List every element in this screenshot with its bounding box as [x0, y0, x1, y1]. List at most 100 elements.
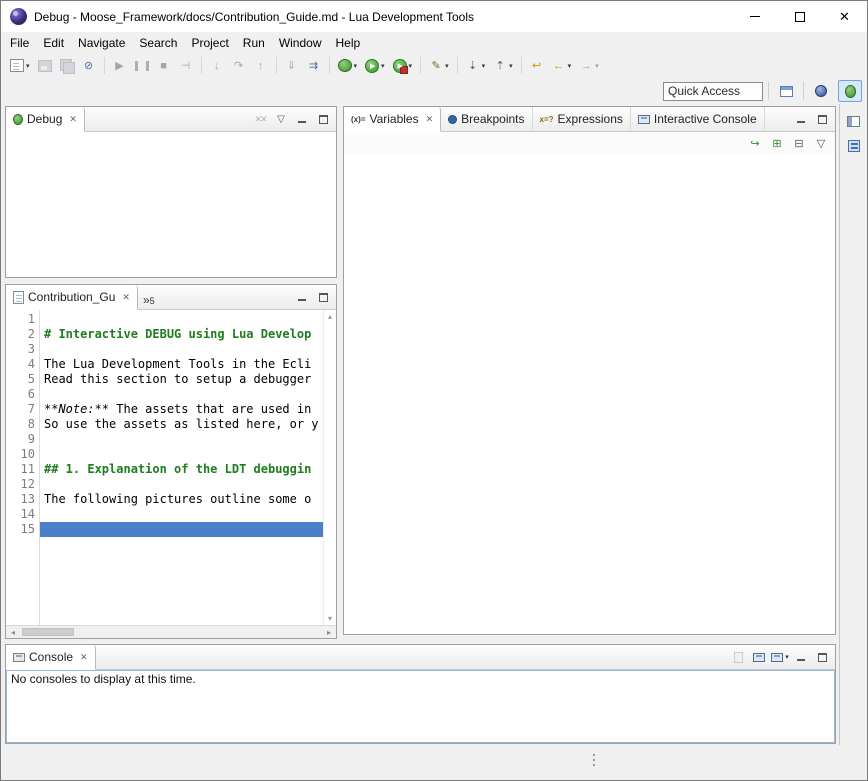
skip-all-breakpoints-button[interactable]: ⊘	[79, 56, 99, 75]
tab-breakpoints[interactable]: Breakpoints	[441, 107, 532, 131]
show-logical-structures-icon: ↪	[750, 137, 759, 150]
menu-search[interactable]: Search	[132, 34, 184, 52]
menu-file[interactable]: File	[3, 34, 36, 52]
debug-view-content[interactable]	[6, 132, 336, 277]
maximize-window-button[interactable]	[777, 1, 822, 32]
menu-window[interactable]: Window	[272, 34, 329, 52]
new-button[interactable]: ▾	[7, 57, 33, 74]
maximize-view-button[interactable]	[314, 110, 332, 128]
dropdown-arrow-icon[interactable]: ▾	[381, 62, 385, 70]
debug-perspective-button[interactable]	[838, 80, 862, 102]
line-number[interactable]: 8	[6, 417, 35, 432]
open-console-icon	[771, 653, 783, 662]
collapse-all-button[interactable]: ⊟	[790, 134, 808, 152]
minimize-view-button[interactable]	[792, 648, 810, 666]
scroll-up-icon[interactable]: ▴	[328, 312, 332, 321]
close-window-button[interactable]: ✕	[822, 1, 867, 32]
line-number[interactable]: 12	[6, 477, 35, 492]
tab-debug[interactable]: Debug ✕	[6, 107, 85, 132]
show-type-names-button[interactable]: ⊞	[768, 134, 786, 152]
quick-access-input[interactable]: Quick Access	[663, 82, 763, 101]
menu-help[interactable]: Help	[329, 34, 368, 52]
left-column: Debug ✕ ✕ ✕ ▽	[5, 106, 337, 639]
dropdown-arrow-icon[interactable]: ▾	[354, 62, 358, 70]
last-edit-location-button[interactable]: ↩	[527, 56, 547, 75]
view-menu-button[interactable]: ▽	[272, 110, 290, 128]
line-number[interactable]: 15	[6, 522, 35, 537]
dropdown-arrow-icon[interactable]: ▾	[785, 653, 789, 661]
text-editor[interactable]: # Interactive DEBUG using Lua DevelopThe…	[40, 310, 323, 625]
tab-contribution-guide[interactable]: Contribution_Gu ✕	[6, 285, 138, 310]
status-trim-grip[interactable]	[593, 754, 595, 756]
display-selected-console-button[interactable]	[750, 648, 768, 666]
dropdown-arrow-icon[interactable]: ▾	[445, 62, 449, 70]
open-perspective-button[interactable]	[774, 80, 798, 102]
minimized-view-button-2[interactable]	[843, 136, 865, 156]
show-logical-structures-button[interactable]: ↪	[746, 134, 764, 152]
view-menu-button[interactable]: ▽	[812, 134, 830, 152]
line-number[interactable]: 7	[6, 402, 35, 417]
menu-run[interactable]: Run	[236, 34, 272, 52]
line-number[interactable]: 6	[6, 387, 35, 402]
scrollbar-thumb[interactable]	[22, 628, 74, 636]
horizontal-scrollbar[interactable]: ◂ ▸	[6, 625, 336, 638]
maximize-view-button[interactable]	[813, 110, 831, 128]
tab-console[interactable]: Console ✕	[6, 645, 96, 670]
tab-expressions[interactable]: x=?Expressions	[533, 107, 631, 131]
resume-icon: ▶	[113, 58, 127, 73]
minimize-view-button[interactable]	[792, 110, 810, 128]
menu-project[interactable]: Project	[184, 34, 235, 52]
mark-occurrences-button[interactable]: ✎▾	[426, 56, 452, 75]
next-annotation-button[interactable]: ⇣▾	[463, 56, 489, 75]
maximize-view-button[interactable]	[813, 648, 831, 666]
close-tab-icon[interactable]: ✕	[426, 114, 434, 125]
scroll-left-icon[interactable]: ◂	[6, 628, 20, 637]
minimize-view-button[interactable]	[293, 110, 311, 128]
minimize-view-button[interactable]	[293, 288, 311, 306]
back-button[interactable]: ←▾	[549, 56, 575, 75]
use-step-filters-button[interactable]: ⇉	[304, 56, 324, 75]
scroll-down-icon[interactable]: ▾	[328, 614, 332, 623]
tab-interactive-console[interactable]: Interactive Console	[631, 107, 765, 131]
minimized-view-button-1[interactable]	[843, 111, 865, 131]
dropdown-arrow-icon[interactable]: ▾	[595, 62, 599, 70]
scroll-right-icon[interactable]: ▸	[322, 628, 336, 637]
line-number[interactable]: 9	[6, 432, 35, 447]
code-text: The following pictures outline some o	[44, 492, 311, 506]
line-number[interactable]: 13	[6, 492, 35, 507]
external-tools-button[interactable]: ▾	[390, 57, 416, 75]
minimize-window-button[interactable]	[732, 1, 777, 32]
separator	[803, 82, 804, 100]
line-number[interactable]: 5	[6, 372, 35, 387]
line-number[interactable]: 1	[6, 312, 35, 327]
tab-variables[interactable]: (x)=Variables✕	[344, 107, 441, 132]
line-number[interactable]: 14	[6, 507, 35, 522]
line-number-ruler[interactable]: 123456789101112131415	[6, 310, 40, 625]
open-console-button[interactable]: ▾	[771, 648, 789, 666]
line-number[interactable]: 11	[6, 462, 35, 477]
line-number[interactable]: 10	[6, 447, 35, 462]
collapse-all-icon: ⊟	[794, 137, 803, 150]
variables-view-content[interactable]	[344, 154, 835, 634]
close-tab-icon[interactable]: ✕	[80, 652, 88, 663]
lua-perspective-button[interactable]	[809, 80, 833, 102]
editor-tab-overflow-button[interactable]: » 5	[138, 285, 160, 309]
line-number[interactable]: 4	[6, 357, 35, 372]
close-tab-icon[interactable]: ✕	[69, 114, 77, 125]
dropdown-arrow-icon[interactable]: ▾	[482, 62, 486, 70]
menu-edit[interactable]: Edit	[36, 34, 71, 52]
dropdown-arrow-icon[interactable]: ▾	[509, 62, 513, 70]
dropdown-arrow-icon[interactable]: ▾	[568, 62, 572, 70]
run-button[interactable]: ▾	[362, 57, 388, 75]
main-toolbar: ▾⊘▶■⊣↓↷↑⇓⇉▾▾▾✎▾⇣▾⇡▾↩←▾→▾	[1, 53, 867, 78]
dropdown-arrow-icon[interactable]: ▾	[409, 62, 413, 70]
dropdown-arrow-icon[interactable]: ▾	[26, 62, 30, 70]
line-number[interactable]: 2	[6, 327, 35, 342]
line-number[interactable]: 3	[6, 342, 35, 357]
debug-button[interactable]: ▾	[335, 57, 361, 74]
maximize-view-button[interactable]	[314, 288, 332, 306]
vertical-scrollbar[interactable]: ▴ ▾	[323, 310, 336, 625]
menu-navigate[interactable]: Navigate	[71, 34, 132, 52]
previous-annotation-button[interactable]: ⇡▾	[490, 56, 516, 75]
close-tab-icon[interactable]: ✕	[122, 292, 130, 303]
